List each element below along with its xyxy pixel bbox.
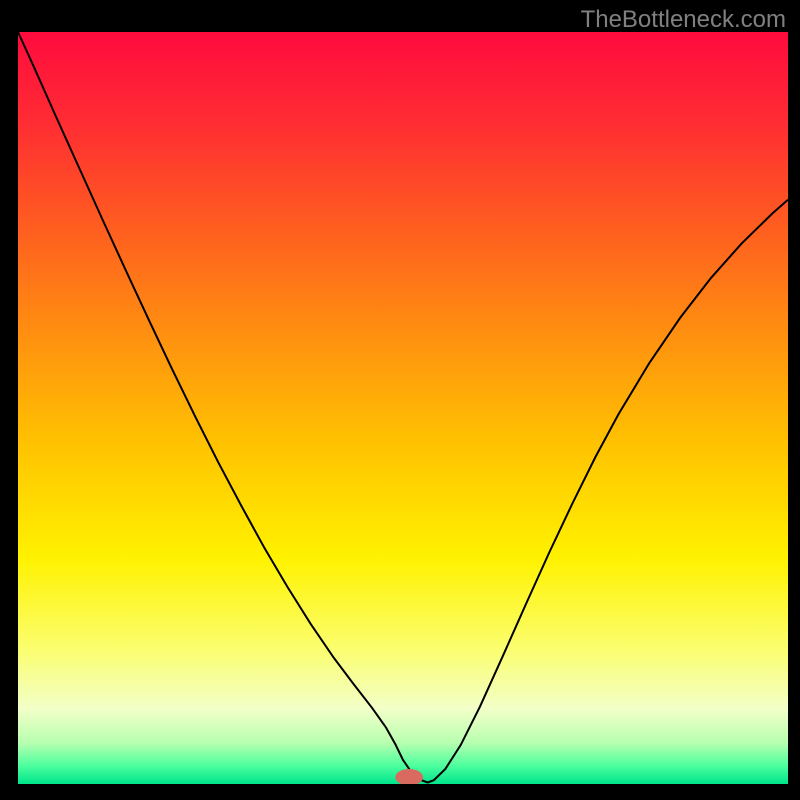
plot-area	[18, 32, 788, 784]
attribution-text: TheBottleneck.com	[581, 6, 786, 34]
bottleneck-chart	[18, 32, 788, 784]
gradient-bg	[18, 32, 788, 784]
